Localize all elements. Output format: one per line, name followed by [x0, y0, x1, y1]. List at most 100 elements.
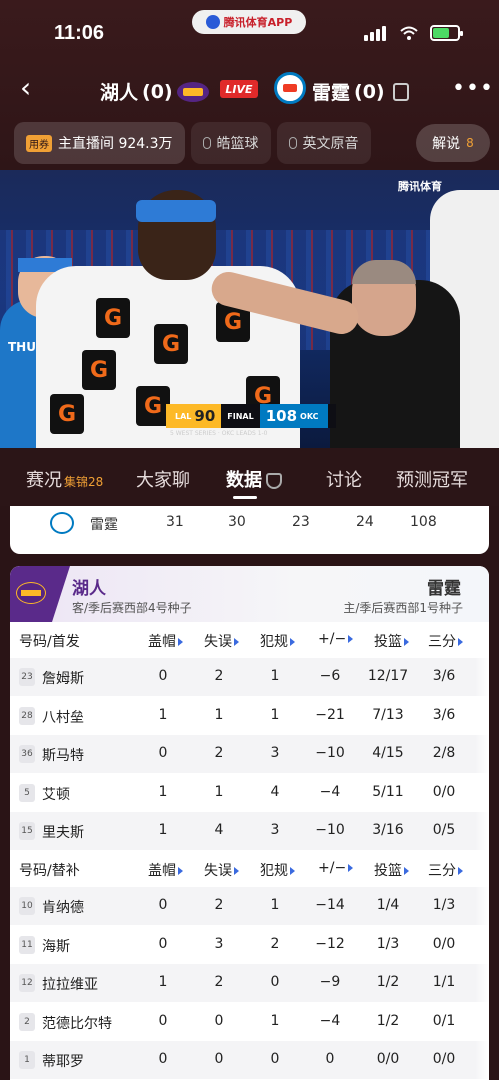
video-player[interactable]: THUNDER G G G G G G G 腾讯体育 LAL90 FINAL 1… [0, 170, 499, 448]
player-row[interactable]: 12 拉拉维亚 1 2 0 −9 1/2 1/1 [10, 964, 489, 1003]
player-row[interactable]: 15 里夫斯 1 4 3 −10 3/16 0/5 [10, 812, 489, 851]
jersey-number: 23 [19, 668, 35, 686]
sort-column-header[interactable]: 投篮 [374, 860, 409, 880]
away-team-tab[interactable]: 雷霆 [427, 574, 461, 599]
coupon-tag: 用券 [26, 134, 52, 152]
stat-cell: 1/2 [376, 1012, 400, 1029]
sort-column-header[interactable]: 犯规 [260, 631, 295, 651]
away-team-label[interactable]: 雷霆 (0) [312, 78, 409, 105]
sort-column-header[interactable]: 失误 [204, 860, 239, 880]
stat-cell: 12/17 [367, 668, 409, 684]
player-name[interactable]: 艾顿 [42, 784, 70, 804]
quarter-score: 30 [228, 514, 246, 530]
stats-header-row: 号码/首发 盖帽 失误 犯规 +/− 投篮 三分 [10, 622, 489, 658]
player-name[interactable]: 里夫斯 [42, 822, 84, 842]
player-row[interactable]: 10 肯纳德 0 2 1 −14 1/4 1/3 [10, 887, 489, 925]
scorebug-lal-score: 90 [194, 407, 216, 425]
player-name[interactable]: 蒂耶罗 [42, 1051, 84, 1071]
away-team-score: (0) [354, 80, 385, 103]
app-return-pill[interactable]: 腾讯体育APP [192, 10, 306, 34]
scorebug-series-note: 5 WEST SERIES · OKC LEADS 1-0 [170, 430, 268, 437]
sort-arrow-icon [234, 867, 239, 875]
stat-cell: 0 [158, 935, 168, 952]
commentary-button[interactable]: 解说 8 [416, 124, 490, 162]
column-label: 犯规 [260, 634, 288, 650]
tab-broadcast-3[interactable]: 英文原音 [276, 122, 371, 164]
stat-cell: −12 [315, 935, 345, 952]
commentary-label: 解说 [432, 136, 461, 152]
stat-cell: 0/0 [432, 1051, 456, 1068]
player-row[interactable]: 2 范德比尔特 0 0 1 −4 1/2 0/1 [10, 1003, 489, 1041]
sort-column-header[interactable]: +/− [318, 860, 354, 876]
tab-stats[interactable]: 数据 [226, 466, 282, 492]
more-dots-icon[interactable]: ••• [452, 76, 494, 101]
player-row[interactable]: 28 八村垒 1 1 1 −21 7/13 3/6 [10, 697, 489, 735]
stat-cell: 1 [158, 974, 168, 991]
stat-cell: 1 [214, 706, 224, 723]
column-label: 投篮 [374, 863, 402, 879]
quarter-score: 23 [292, 514, 310, 530]
player-name[interactable]: 斯马特 [42, 745, 84, 765]
jersey-number: 15 [19, 822, 35, 841]
tab-broadcast-2[interactable]: 皓篮球 [190, 122, 271, 164]
sort-arrow-icon [290, 867, 295, 875]
tab-predict[interactable]: 预测冠军 [396, 466, 468, 492]
player-name[interactable]: 海斯 [42, 936, 70, 956]
sort-column-header[interactable]: 投篮 [374, 631, 409, 651]
app-logo-icon [205, 15, 220, 29]
game-nav-bar: ‹ 湖人 (0) LIVE 雷霆 (0) ••• [0, 66, 499, 112]
player-name[interactable]: 肯纳德 [42, 897, 84, 917]
sort-column-header[interactable]: 盖帽 [148, 860, 183, 880]
column-label: 失误 [204, 634, 232, 650]
stat-cell: 1/1 [432, 974, 456, 991]
stat-cell: −10 [315, 822, 345, 839]
switch-icon[interactable] [392, 82, 409, 101]
stat-cell: 0 [158, 668, 168, 684]
sort-column-header[interactable]: 三分 [428, 631, 463, 651]
stat-cell: 1 [270, 1012, 280, 1029]
sort-column-header[interactable]: 盖帽 [148, 631, 183, 651]
stat-cell: 0 [270, 1051, 280, 1068]
stat-cell: 1 [270, 706, 280, 723]
column-label: +/− [318, 860, 347, 876]
battery-icon [430, 25, 463, 41]
stat-cell: 4/15 [372, 745, 404, 762]
player-stats-card: 湖人 客/季后赛西部4号种子 雷霆 主/季后赛西部1号种子 号码/首发 盖帽 失误犯… [10, 566, 489, 1080]
tab-chat[interactable]: 大家聊 [136, 466, 190, 492]
chevron-left-icon[interactable]: ‹ [20, 74, 31, 102]
player-name[interactable]: 范德比尔特 [42, 1013, 112, 1033]
home-team-tab[interactable]: 湖人 [72, 574, 106, 599]
jersey-number: 28 [19, 706, 35, 725]
player-row[interactable]: 36 斯马特 0 2 3 −10 4/15 2/8 [10, 735, 489, 774]
sort-column-header[interactable]: 犯规 [260, 860, 295, 880]
stat-cell: 2/8 [432, 745, 456, 762]
tab-discuss[interactable]: 讨论 [326, 466, 362, 492]
stat-cell: 1 [214, 783, 224, 800]
player-row[interactable]: 11 海斯 0 3 2 −12 1/3 0/0 [10, 926, 489, 964]
stat-cell: 0 [325, 1051, 335, 1068]
stat-cell: 2 [214, 974, 224, 991]
quarter-score-card: 雷霆 31 30 23 24 108 [10, 506, 489, 554]
sort-column-header[interactable]: +/− [318, 631, 354, 647]
player-name[interactable]: 八村垒 [42, 707, 84, 727]
sort-column-header[interactable]: 失误 [204, 631, 239, 651]
sort-arrow-icon [404, 867, 409, 875]
player-name[interactable]: 拉拉维亚 [42, 974, 98, 994]
player-row[interactable]: 23 詹姆斯 0 2 1 −6 12/17 3/6 [10, 658, 489, 696]
stat-cell: 0 [214, 1051, 224, 1068]
lakers-logo-icon [16, 582, 46, 604]
stat-cell: 3/6 [432, 706, 456, 723]
stats-header-row: 号码/替补 盖帽 失误 犯规 +/− 投篮 三分 [10, 851, 489, 887]
tab-main-broadcast[interactable]: 用券 主直播间 924.3万 [14, 122, 185, 164]
home-team-label[interactable]: 湖人 (0) [100, 78, 209, 105]
stat-cell: 3 [214, 935, 224, 952]
player-name[interactable]: 詹姆斯 [42, 668, 84, 688]
home-team-score: (0) [142, 80, 173, 103]
player-row[interactable]: 1 蒂耶罗 0 0 0 0 0/0 0/0 [10, 1041, 489, 1080]
stat-cell: 0 [158, 1012, 168, 1029]
player-row[interactable]: 5 艾顿 1 1 4 −4 5/11 0/0 [10, 774, 489, 812]
stat-cell: 0/5 [432, 822, 456, 839]
sort-column-header[interactable]: 三分 [428, 860, 463, 880]
stat-cell: 2 [214, 897, 224, 913]
tab-game[interactable]: 赛况 集锦28 [26, 466, 103, 492]
